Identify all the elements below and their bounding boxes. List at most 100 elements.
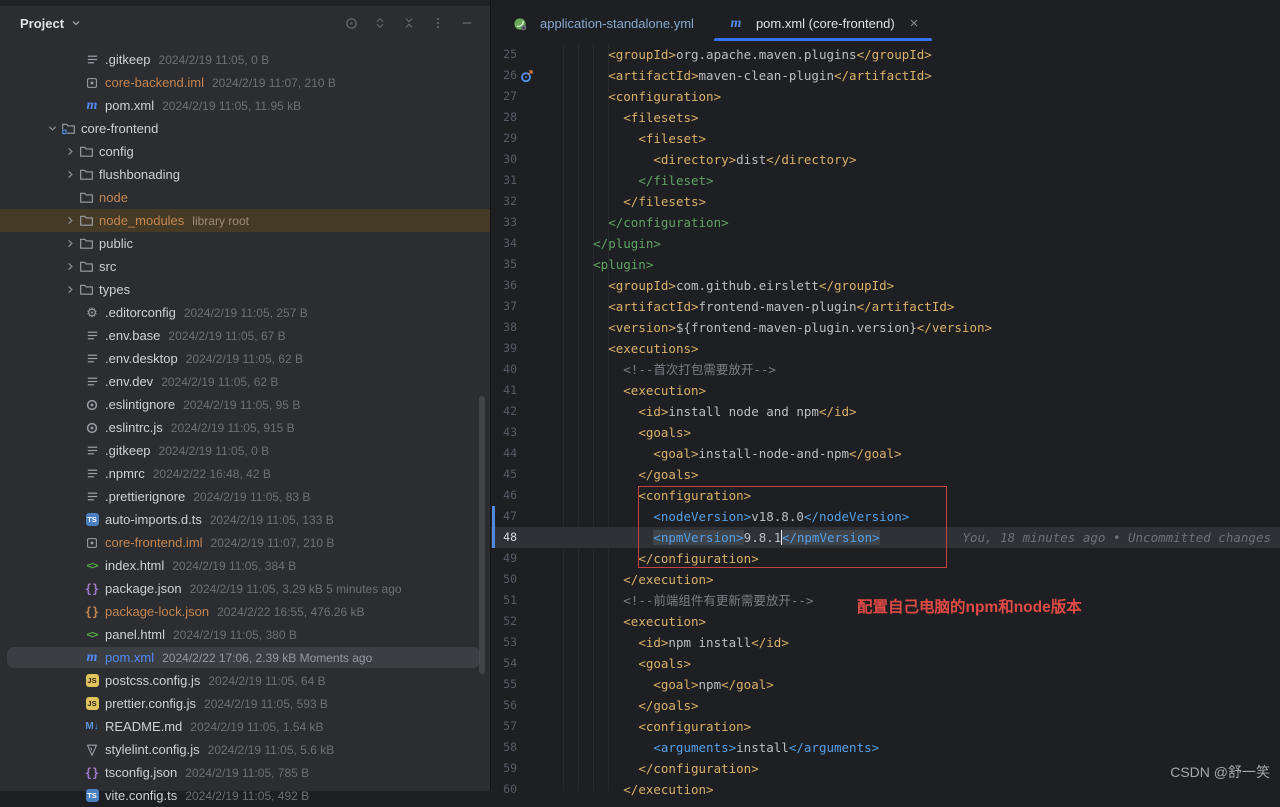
tree-row-panel-html[interactable]: <>panel.html2024/2/19 11:05, 380 B xyxy=(0,623,490,646)
chevron-right-icon[interactable] xyxy=(62,236,78,252)
tree-row-core-frontend[interactable]: core-frontend xyxy=(0,117,490,140)
gutter-line-35[interactable]: 35 xyxy=(491,254,548,275)
code-text[interactable]: <goal>install-node-and-npm</goal> xyxy=(548,443,902,464)
line-number[interactable]: 30 xyxy=(503,149,517,170)
gutter-line-58[interactable]: 58 xyxy=(491,737,548,758)
tree-row-pom-xml[interactable]: mpom.xml2024/2/19 11:05, 11.95 kB xyxy=(0,94,490,117)
code-text[interactable]: </fileset> xyxy=(548,170,714,191)
line-number[interactable]: 29 xyxy=(503,128,517,149)
chevron-right-icon[interactable] xyxy=(62,259,78,275)
gutter-line-29[interactable]: 29 xyxy=(491,128,548,149)
code-text[interactable]: <configuration> xyxy=(548,716,751,737)
tree-row-flushbonading[interactable]: flushbonading xyxy=(0,163,490,186)
code-text[interactable]: <!--前端组件有更新需要放开--> xyxy=(548,590,813,611)
chevron-down-icon[interactable] xyxy=(44,121,60,137)
code-text[interactable]: <groupId>com.github.eirslett</groupId> xyxy=(548,275,894,296)
line-number[interactable]: 57 xyxy=(503,716,517,737)
line-number[interactable]: 43 xyxy=(503,422,517,443)
tree-row-env-dev[interactable]: .env.dev2024/2/19 11:05, 62 B xyxy=(0,370,490,393)
tab-application-standalone-yml[interactable]: application-standalone.yml xyxy=(498,6,708,41)
gutter-line-42[interactable]: 42 xyxy=(491,401,548,422)
tree-row-core-frontend-iml[interactable]: core-frontend.iml2024/2/19 11:07, 210 B xyxy=(0,531,490,554)
gutter-line-57[interactable]: 57 xyxy=(491,716,548,737)
gutter-line-55[interactable]: 55 xyxy=(491,674,548,695)
code-text[interactable]: <!--首次打包需要放开--> xyxy=(548,359,776,380)
gutter-line-60[interactable]: 60 xyxy=(491,779,548,800)
code-text[interactable]: <goals> xyxy=(548,653,691,674)
line-number[interactable]: 33 xyxy=(503,212,517,233)
line-number[interactable]: 49 xyxy=(503,548,517,569)
chevron-right-icon[interactable] xyxy=(62,167,78,183)
gutter-line-39[interactable]: 39 xyxy=(491,338,548,359)
line-number[interactable]: 48 xyxy=(503,527,517,548)
code-text[interactable]: <arguments>install</arguments> xyxy=(548,737,879,758)
gutter-line-56[interactable]: 56 xyxy=(491,695,548,716)
chevron-right-icon[interactable] xyxy=(62,213,78,229)
line-number[interactable]: 25 xyxy=(503,44,517,65)
tree-row-gitkeep[interactable]: .gitkeep2024/2/19 11:05, 0 B xyxy=(0,439,490,462)
line-number[interactable]: 46 xyxy=(503,485,517,506)
tree-row-package-json[interactable]: {}package.json2024/2/19 11:05, 3.29 kB 5… xyxy=(0,577,490,600)
code-text[interactable]: <artifactId>maven-clean-plugin</artifact… xyxy=(548,65,932,86)
code-text[interactable]: <filesets> xyxy=(548,107,699,128)
code-text[interactable]: <plugin> xyxy=(548,254,653,275)
project-title-chevron-icon[interactable] xyxy=(70,17,82,29)
locate-icon[interactable] xyxy=(343,15,359,31)
vcs-change-marker[interactable] xyxy=(492,506,495,527)
code-text[interactable]: <execution> xyxy=(548,611,706,632)
tree-row-gitkeep[interactable]: .gitkeep2024/2/19 11:05, 0 B xyxy=(0,48,490,71)
tree-row-auto-imports-d-ts[interactable]: TSauto-imports.d.ts2024/2/19 11:05, 133 … xyxy=(0,508,490,531)
line-number[interactable]: 44 xyxy=(503,443,517,464)
tree-row-readme-md[interactable]: M↓README.md2024/2/19 11:05, 1.54 kB xyxy=(0,715,490,738)
tree-row-config[interactable]: config xyxy=(0,140,490,163)
gutter-line-33[interactable]: 33 xyxy=(491,212,548,233)
code-text[interactable]: <groupId>org.apache.maven.plugins</group… xyxy=(548,44,932,65)
line-number[interactable]: 55 xyxy=(503,674,517,695)
line-number[interactable]: 31 xyxy=(503,170,517,191)
code-text[interactable]: </goals> xyxy=(548,464,699,485)
tree-row-core-backend-iml[interactable]: core-backend.iml2024/2/19 11:07, 210 B xyxy=(0,71,490,94)
expand-collapse-icon[interactable] xyxy=(372,15,388,31)
tree-row-pom-xml[interactable]: mpom.xml2024/2/22 17:06, 2.39 kB Moments… xyxy=(0,646,490,669)
code-text[interactable]: </configuration> xyxy=(548,758,759,779)
chevron-right-icon[interactable] xyxy=(62,282,78,298)
tree-row-index-html[interactable]: <>index.html2024/2/19 11:05, 384 B xyxy=(0,554,490,577)
gutter-line-28[interactable]: 28 xyxy=(491,107,548,128)
line-number[interactable]: 58 xyxy=(503,737,517,758)
code-text[interactable]: <configuration> xyxy=(548,86,721,107)
line-number[interactable]: 35 xyxy=(503,254,517,275)
line-number[interactable]: 34 xyxy=(503,233,517,254)
code-text[interactable]: <artifactId>frontend-maven-plugin</artif… xyxy=(548,296,954,317)
tab-pom-xml-core-frontend[interactable]: m pom.xml (core-frontend) × xyxy=(714,6,932,41)
code-text[interactable]: <execution> xyxy=(548,380,706,401)
code-text[interactable]: <id>install node and npm</id> xyxy=(548,401,857,422)
gutter-line-43[interactable]: 43 xyxy=(491,422,548,443)
gutter-line-27[interactable]: 27 xyxy=(491,86,548,107)
code-text[interactable]: </execution> xyxy=(548,569,714,590)
line-number[interactable]: 47 xyxy=(503,506,517,527)
code-text[interactable]: </goals> xyxy=(548,695,699,716)
gutter-line-37[interactable]: 37 xyxy=(491,296,548,317)
line-number[interactable]: 42 xyxy=(503,401,517,422)
line-number[interactable]: 45 xyxy=(503,464,517,485)
gutter-line-40[interactable]: 40 xyxy=(491,359,548,380)
close-tab-icon[interactable]: × xyxy=(910,16,919,31)
gutter-line-52[interactable]: 52 xyxy=(491,611,548,632)
code-text[interactable]: <directory>dist</directory> xyxy=(548,149,857,170)
tree-row-eslintrc-js[interactable]: .eslintrc.js2024/2/19 11:05, 915 B xyxy=(0,416,490,439)
code-text[interactable]: </plugin> xyxy=(548,233,661,254)
gutter-line-47[interactable]: 47 xyxy=(491,506,548,527)
hide-panel-icon[interactable] xyxy=(459,15,475,31)
tree-row-node-modules[interactable]: node_moduleslibrary root xyxy=(0,209,490,232)
line-number[interactable]: 39 xyxy=(503,338,517,359)
tree-row-editorconfig[interactable]: ⚙.editorconfig2024/2/19 11:05, 257 B xyxy=(0,301,490,324)
tree-row-eslintignore[interactable]: .eslintignore2024/2/19 11:05, 95 B xyxy=(0,393,490,416)
line-number[interactable]: 52 xyxy=(503,611,517,632)
gutter-line-44[interactable]: 44 xyxy=(491,443,548,464)
tree-row-prettierignore[interactable]: .prettierignore2024/2/19 11:05, 83 B xyxy=(0,485,490,508)
tree-row-package-lock-json[interactable]: {}package-lock.json2024/2/22 16:55, 476.… xyxy=(0,600,490,623)
line-number[interactable]: 26 xyxy=(503,65,517,86)
tree-row-tsconfig-json[interactable]: {}tsconfig.json2024/2/19 11:05, 785 B xyxy=(0,761,490,784)
code-text[interactable]: <goal>npm</goal> xyxy=(548,674,774,695)
code-text[interactable]: </execution> xyxy=(548,779,714,800)
